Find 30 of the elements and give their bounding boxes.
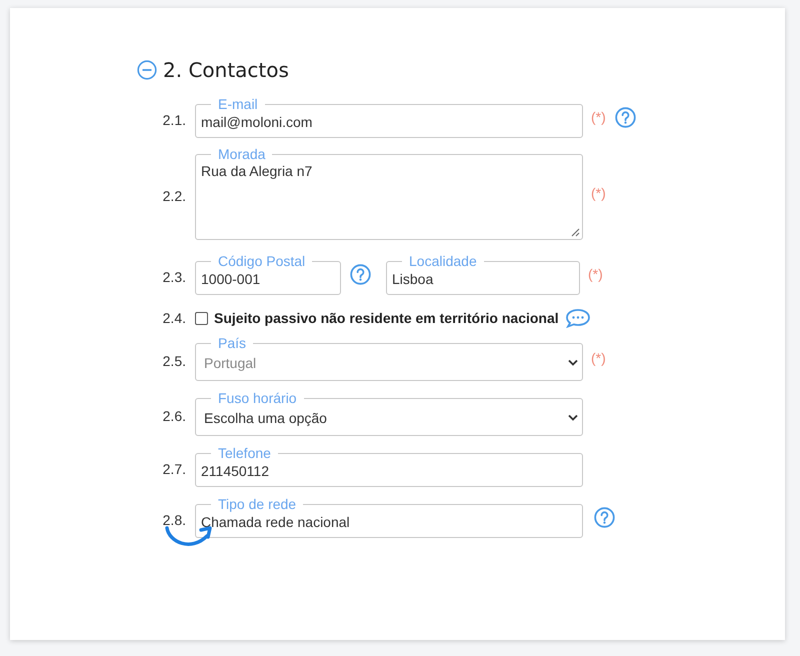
section-title: 2. Contactos [163, 58, 289, 82]
help-icon[interactable] [594, 506, 615, 528]
help-icon[interactable] [614, 106, 636, 128]
speech-bubble-icon[interactable] [564, 308, 591, 328]
row-number: 2.2. [162, 188, 187, 204]
text-field[interactable]: Telefone 211450112 [195, 445, 583, 487]
chevron-icon [568, 414, 578, 421]
required-mark: (*) [591, 350, 606, 366]
help-icon[interactable] [350, 264, 371, 284]
text-field[interactable]: Localidade Lisboa [386, 253, 580, 295]
row-number: 2.1. [162, 112, 187, 128]
resize-grip-icon[interactable] [571, 228, 580, 237]
text-field[interactable]: Código Postal 1000-001 [195, 253, 341, 295]
collapse-icon[interactable] [137, 60, 157, 80]
checkbox-label[interactable]: Sujeito passivo não residente em território nacional [214, 310, 559, 326]
row-number: 2.5. [162, 353, 187, 369]
checkbox[interactable] [195, 312, 208, 324]
required-mark: (*) [591, 185, 606, 201]
row-number: 2.6. [162, 408, 187, 424]
row-number: 2.4. [162, 310, 187, 326]
required-mark: (*) [591, 109, 606, 125]
row-number: 2.3. [162, 269, 187, 285]
row-number: 2.8. [162, 512, 187, 528]
text-area[interactable]: Morada Rua da Alegria n7 [195, 146, 583, 240]
row-number: 2.7. [162, 461, 187, 477]
required-mark: (*) [588, 266, 603, 282]
text-field[interactable]: E-mail mail@moloni.com [195, 96, 583, 138]
chevron-icon [568, 359, 578, 366]
text-field[interactable]: Tipo de rede Chamada rede nacional [195, 496, 583, 538]
select-field[interactable]: Fuso horário Escolha uma opção [195, 390, 583, 436]
